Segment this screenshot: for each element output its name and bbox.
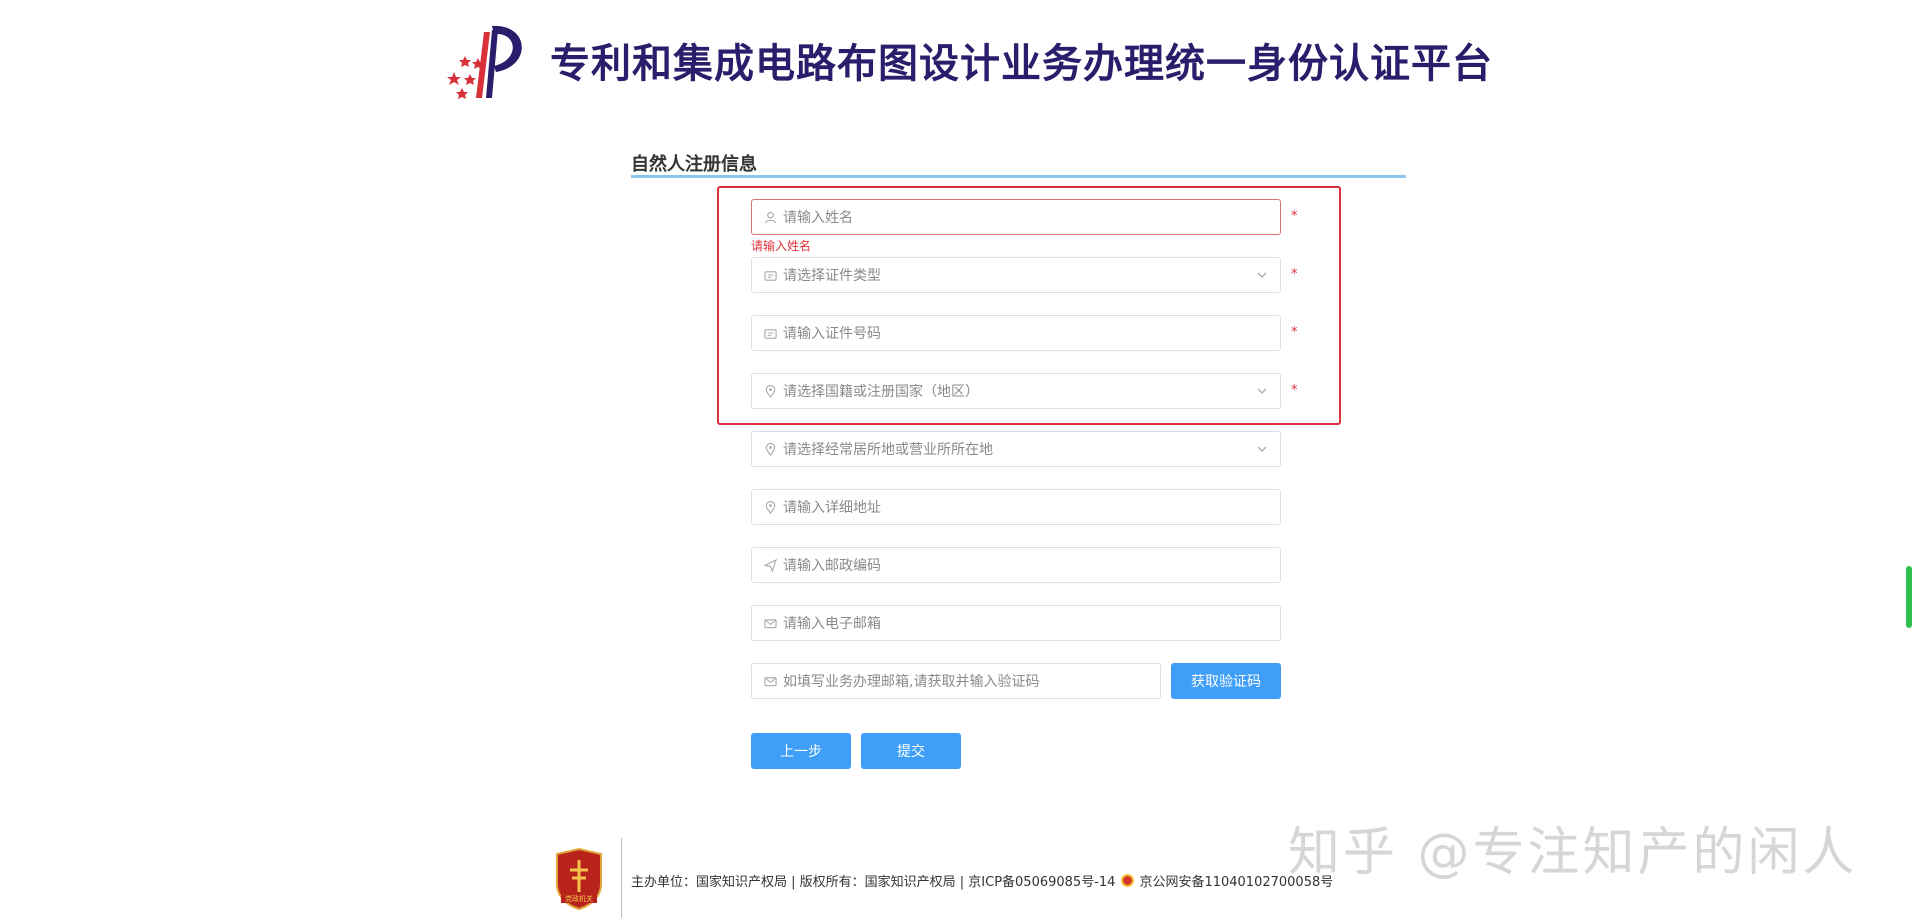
nationality-select[interactable]: 请选择国籍或注册国家（地区）	[751, 373, 1281, 409]
site-title: 专利和集成电路布图设计业务办理统一身份认证平台	[550, 41, 1493, 87]
chevron-down-icon	[1257, 446, 1267, 452]
required-mark: *	[1291, 383, 1298, 398]
verify-code-placeholder: 如填写业务办理邮箱,请获取并输入验证码	[783, 674, 1040, 690]
nationality-placeholder: 请选择国籍或注册国家（地区）	[783, 384, 979, 400]
user-icon	[763, 210, 777, 224]
scrollbar-thumb[interactable]	[1906, 566, 1912, 628]
footer-police-record[interactable]: 京公网安备11040102700058号	[1139, 871, 1333, 890]
required-mark: *	[1291, 325, 1298, 340]
email-input[interactable]: 请输入电子邮箱	[751, 605, 1281, 641]
id-type-select[interactable]: 请选择证件类型	[751, 257, 1281, 293]
id-card-icon	[763, 268, 777, 282]
prev-step-button[interactable]: 上一步	[751, 733, 851, 769]
required-mark: *	[1291, 209, 1298, 224]
send-icon	[763, 558, 777, 572]
cnipa-logo	[440, 20, 540, 100]
postcode-input[interactable]: 请输入邮政编码	[751, 547, 1281, 583]
residence-select[interactable]: 请选择经常居所地或营业所所在地	[751, 431, 1281, 467]
id-card-icon	[763, 326, 777, 340]
submit-button[interactable]: 提交	[861, 733, 961, 769]
id-number-input[interactable]: 请输入证件号码	[751, 315, 1281, 351]
get-code-button[interactable]: 获取验证码	[1171, 663, 1281, 699]
party-gov-emblem[interactable]: 党政机关	[553, 847, 605, 911]
postcode-placeholder: 请输入邮政编码	[783, 558, 881, 574]
id-number-placeholder: 请输入证件号码	[783, 326, 881, 342]
required-mark: *	[1291, 267, 1298, 282]
site-header: 专利和集成电路布图设计业务办理统一身份认证平台	[440, 20, 1493, 100]
name-placeholder: 请输入姓名	[783, 210, 853, 226]
location-icon	[763, 500, 777, 514]
footer-info: 主办单位：国家知识产权局 | 版权所有：国家知识产权局 | 京ICP备05069…	[631, 871, 1333, 890]
name-error-message: 请输入姓名	[751, 239, 812, 253]
police-badge-icon	[1121, 874, 1135, 887]
location-icon	[763, 442, 777, 456]
name-input[interactable]: 请输入姓名	[751, 199, 1281, 235]
verify-code-input[interactable]: 如填写业务办理邮箱,请获取并输入验证码	[751, 663, 1161, 699]
section-divider	[631, 175, 1406, 178]
chevron-down-icon	[1257, 272, 1267, 278]
id-type-placeholder: 请选择证件类型	[783, 268, 881, 284]
watermark: 知乎 @专注知产的闲人	[1288, 823, 1858, 883]
mail-icon	[763, 616, 777, 630]
email-placeholder: 请输入电子邮箱	[783, 616, 881, 632]
footer-info-text: 主办单位：国家知识产权局 | 版权所有：国家知识产权局 | 京ICP备05069…	[631, 875, 1116, 890]
emblem-text: 党政机关	[565, 894, 593, 903]
residence-placeholder: 请选择经常居所地或营业所所在地	[783, 442, 993, 458]
footer-divider	[621, 838, 622, 918]
chevron-down-icon	[1257, 388, 1267, 394]
address-placeholder: 请输入详细地址	[783, 500, 881, 516]
mail-icon	[763, 674, 777, 688]
section-title: 自然人注册信息	[631, 154, 757, 175]
address-input[interactable]: 请输入详细地址	[751, 489, 1281, 525]
location-icon	[763, 384, 777, 398]
